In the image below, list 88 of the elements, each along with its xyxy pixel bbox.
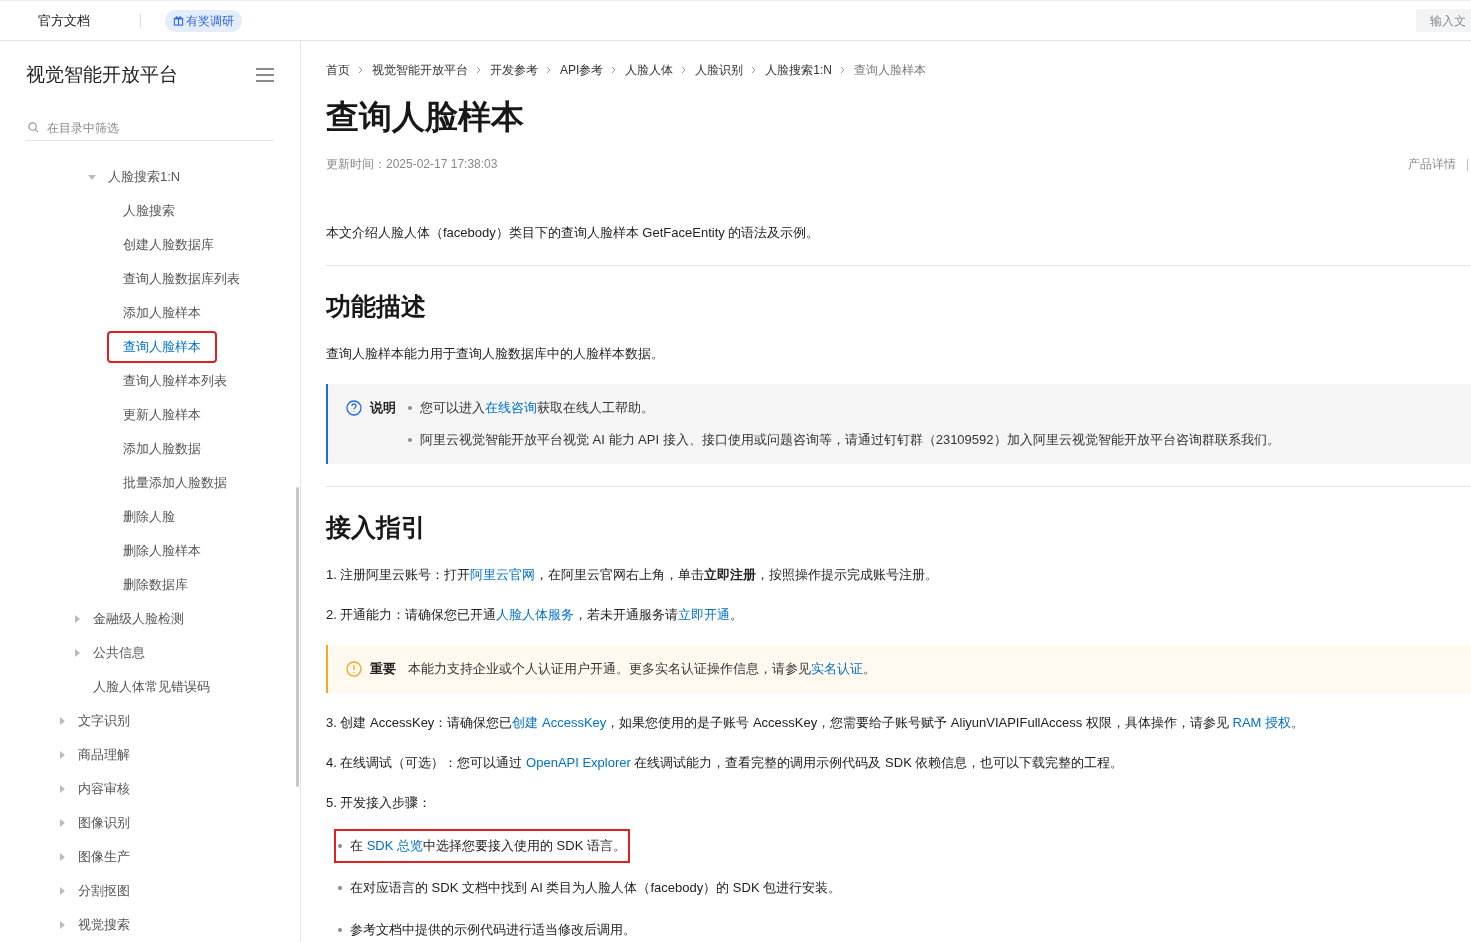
tree-item[interactable]: 删除人脸 — [109, 503, 189, 531]
caret-icon — [58, 921, 66, 929]
caret-icon — [73, 649, 81, 657]
chevron-icon — [611, 66, 618, 74]
caret-icon — [88, 173, 96, 181]
page-title: 查询人脸样本 — [326, 97, 525, 137]
tree-item[interactable]: 查询人脸样本 — [109, 333, 215, 361]
tree-item[interactable]: 人脸搜索1:N — [94, 163, 195, 191]
updated-time: 更新时间：2025-02-17 17:38:03 — [326, 156, 498, 173]
paragraph: 2. 开通能力：请确保您已开通人脸人体服务，若未开通服务请立即开通。 — [326, 605, 745, 624]
caret-icon — [58, 819, 66, 827]
link[interactable]: 在线咨询 — [485, 399, 537, 415]
note-text: 本能力支持企业或个人认证用户开通。更多实名认证操作信息，请参见实名认证。 — [408, 659, 876, 678]
chevron-icon — [358, 66, 364, 74]
tree-item[interactable]: 人脸搜索 — [109, 197, 189, 225]
tree-item[interactable]: 人脸人体常见错误码 — [79, 673, 224, 701]
chevron-icon — [751, 66, 758, 74]
caret-icon — [58, 751, 66, 759]
caret-icon — [58, 785, 66, 793]
tree-item[interactable]: 内容审核 — [64, 775, 144, 803]
survey-badge[interactable]: 有奖调研 — [165, 9, 242, 32]
caret-icon — [73, 615, 81, 623]
paragraph: 4. 在线调试（可选）：您可以通过 OpenAPI Explorer 在线调试能力，查看完整的调用示例代码及 SDK 依赖信息，也可以下载完整的工程。 — [326, 753, 1125, 772]
breadcrumb-link[interactable]: 查询人脸样本 — [854, 61, 927, 79]
tree-item[interactable]: 批量添加人脸数据 — [109, 469, 241, 497]
list-text: 在 SDK 总览中选择您要接入使用的 SDK 语言。 — [350, 836, 626, 855]
chevron-icon — [546, 66, 552, 74]
tree-item[interactable]: 创建人脸数据库 — [109, 231, 228, 259]
chevron-icon — [681, 66, 688, 74]
link[interactable]: SDK 总览 — [366, 837, 423, 853]
tree-item[interactable]: 查询人脸数据库列表 — [109, 265, 254, 293]
separator: | — [1465, 156, 1469, 173]
breadcrumb-link[interactable]: 人脸搜索1:N — [765, 61, 833, 79]
note-text: 您可以进入在线咨询获取在线人工帮助。 — [420, 398, 654, 417]
tree-item[interactable]: 文字识别 — [64, 707, 144, 735]
product-link[interactable]: 产品详情 — [1407, 155, 1456, 173]
note-label: 说明 — [370, 398, 396, 417]
warning-icon — [346, 660, 362, 677]
list-text: 在对应语言的 SDK 文档中找到 AI 类目为人脸人体（facebody）的 SDK 包进行安装。 — [350, 878, 842, 897]
caret-icon — [58, 887, 66, 895]
tree-item[interactable]: 添加人脸数据 — [109, 435, 215, 463]
breadcrumb-link[interactable]: API参考 — [560, 61, 604, 79]
menu-icon[interactable] — [256, 68, 274, 83]
list-text: 参考文档中提供的示例代码进行适当修改后调用。 — [350, 920, 636, 939]
link[interactable]: 实名认证 — [811, 660, 863, 676]
section-heading: 接入指引 — [326, 511, 427, 543]
breadcrumb-link[interactable]: 视觉智能开放平台 — [372, 61, 468, 79]
link[interactable]: 人脸人体服务 — [496, 606, 575, 622]
link[interactable]: OpenAPI Explorer — [526, 754, 631, 770]
breadcrumb-link[interactable]: 人脸人体 — [625, 61, 674, 79]
paragraph: 1. 注册阿里云账号：打开阿里云官网，在阿里云官网右上角，单击立即注册，按照操作提示完成账号注册。 — [326, 565, 940, 584]
tree-item[interactable]: 图像识别 — [64, 809, 144, 837]
paragraph: 5. 开发接入步骤： — [326, 793, 433, 812]
paragraph: 查询人脸样本能力用于查询人脸数据库中的人脸样本数据。 — [326, 344, 665, 363]
section-heading: 功能描述 — [326, 290, 427, 322]
note-text: 阿里云视觉智能开放平台视觉 AI 能力 API 接入、接口使用或问题咨询等，请通过钉钉群（23109592）加入阿里云视觉智能开放平台咨询群联系我们。 — [420, 430, 1280, 449]
question-icon — [346, 399, 362, 416]
tree-item[interactable]: 视觉搜索 — [64, 911, 144, 939]
caret-icon — [58, 853, 66, 861]
link[interactable]: 创建 AccessKey — [512, 714, 607, 730]
link[interactable]: 立即开通 — [678, 606, 731, 622]
link[interactable]: RAM 授权 — [1232, 714, 1292, 730]
breadcrumb-link[interactable]: 人脸识别 — [695, 61, 744, 79]
chevron-icon — [476, 66, 482, 74]
tree-item[interactable]: 图像生产 — [64, 843, 144, 871]
tree-item[interactable]: 公共信息 — [79, 639, 159, 667]
chevron-icon — [840, 66, 847, 74]
tree-item[interactable]: 删除人脸样本 — [109, 537, 215, 565]
breadcrumb-link[interactable]: 首页 — [326, 61, 350, 79]
note-label: 重要 — [370, 659, 396, 678]
doc-label[interactable]: 官方文档 — [38, 10, 90, 31]
tree-item[interactable]: 删除数据库 — [109, 571, 202, 599]
tree-item[interactable]: 查询人脸样本列表 — [109, 367, 241, 395]
caret-icon — [58, 717, 66, 725]
tree-item[interactable]: 商品理解 — [64, 741, 144, 769]
tree-item[interactable]: 分割抠图 — [64, 877, 144, 905]
search-icon — [28, 122, 39, 134]
breadcrumb-link[interactable]: 开发参考 — [490, 61, 538, 79]
filter-field[interactable]: 在目录中筛选 — [47, 118, 247, 137]
sidebar-title: 视觉智能开放平台 — [26, 63, 178, 87]
intro-paragraph: 本文介绍人脸人体（facebody）类目下的查询人脸样本 GetFaceEntity 的语法及示例。 — [326, 224, 821, 242]
tree-item[interactable]: 添加人脸样本 — [109, 299, 215, 327]
paragraph: 3. 创建 AccessKey：请确保您已创建 AccessKey，如果您使用的是子账号 AccessKey，您需要给子账号赋予 AliyunVIAPIFullAccess 权限，具体操作，请参见 RAM 授权。 — [326, 713, 1306, 732]
tree-item[interactable]: 更新人脸样本 — [109, 401, 215, 429]
link[interactable]: 阿里云官网 — [470, 566, 536, 582]
gift-icon — [173, 15, 184, 26]
tree-item[interactable]: 金融级人脸检测 — [79, 605, 198, 633]
search-field[interactable]: 输入文 — [1416, 9, 1471, 32]
